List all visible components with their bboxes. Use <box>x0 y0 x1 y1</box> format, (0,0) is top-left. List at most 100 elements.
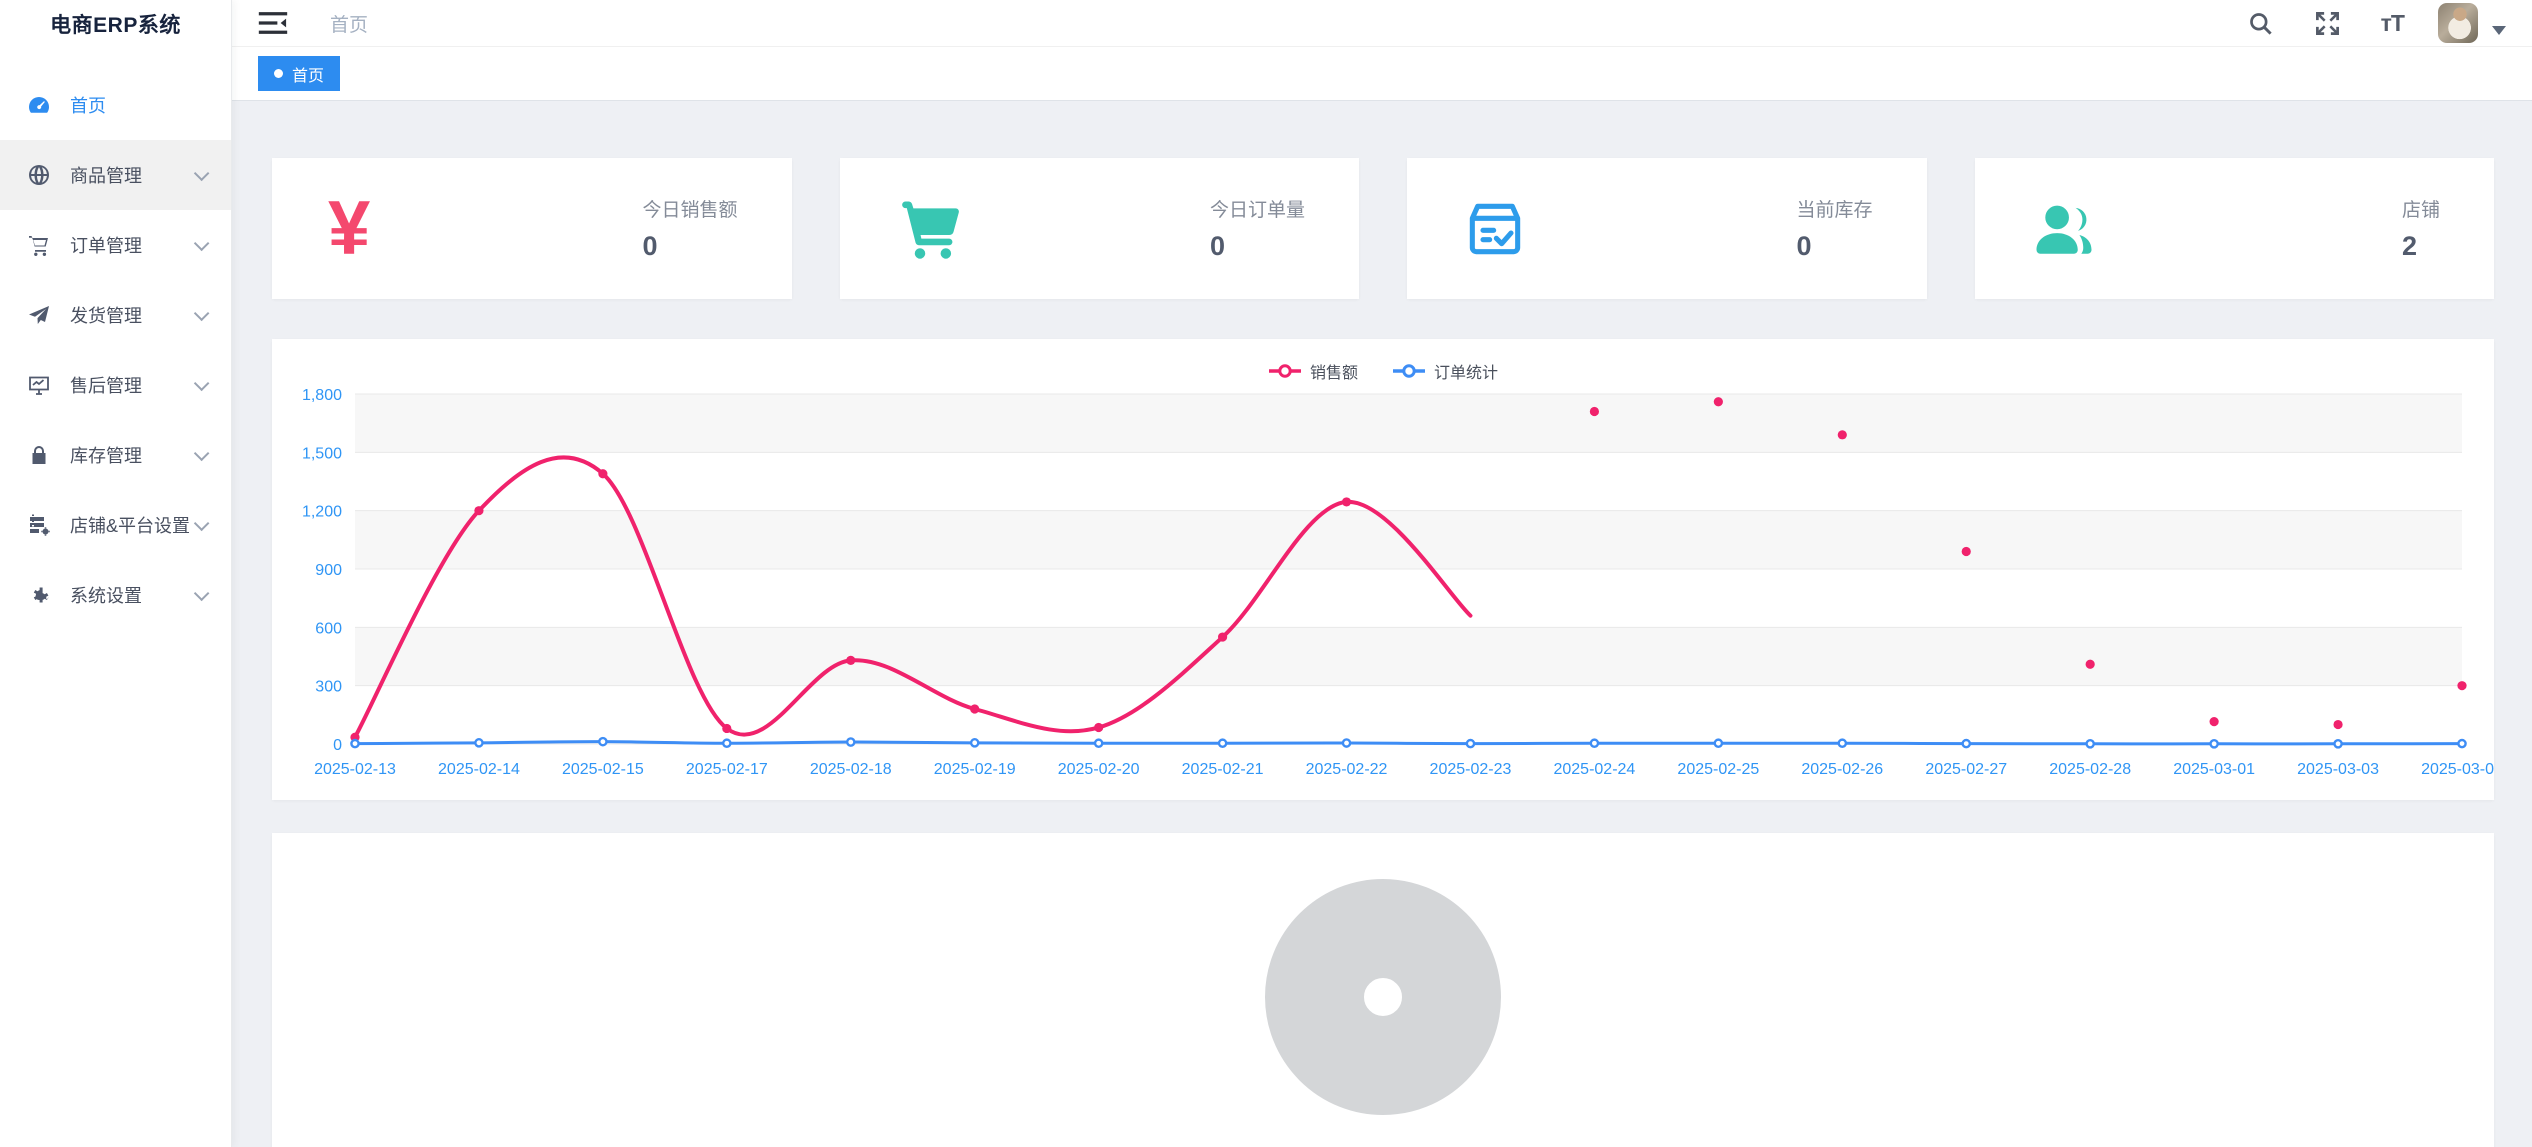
svg-text:300: 300 <box>315 679 342 696</box>
stat-value: 0 <box>1210 231 1305 262</box>
svg-text:0: 0 <box>333 737 342 754</box>
sidebar-item-label: 售后管理 <box>70 372 194 398</box>
sidebar-item-shipping[interactable]: 发货管理 <box>0 280 231 350</box>
sidebar-item-aftersales[interactable]: 售后管理 <box>0 350 231 420</box>
stat-value: 2 <box>2402 231 2440 262</box>
legend-item-sales[interactable]: 销售额 <box>1268 359 1358 383</box>
svg-text:2025-03-01: 2025-03-01 <box>2173 761 2255 778</box>
dashboard-icon <box>27 93 51 117</box>
chevron-down-icon <box>194 585 210 601</box>
chevron-down-icon <box>194 515 210 531</box>
sidebar-item-system-settings[interactable]: 系统设置 <box>0 560 231 630</box>
stat-value: 0 <box>1796 231 1872 262</box>
monitor-chart-icon <box>27 373 51 397</box>
svg-text:2025-02-25: 2025-02-25 <box>1677 761 1759 778</box>
stat-label: 今日销售额 <box>642 195 737 222</box>
svg-text:2025-02-26: 2025-02-26 <box>1801 761 1883 778</box>
svg-text:2025-02-13: 2025-02-13 <box>314 761 396 778</box>
tab-bar: 首页 <box>232 47 2532 101</box>
yen-icon: ¥ <box>328 191 370 267</box>
chart-legend: 销售额 订单统计 <box>272 359 2494 383</box>
empty-donut-chart[interactable] <box>272 833 2494 1147</box>
top-header: 首页 тT <box>232 0 2532 47</box>
svg-text:2025-02-20: 2025-02-20 <box>1058 761 1140 778</box>
svg-text:2025-02-15: 2025-02-15 <box>562 761 644 778</box>
sidebar-item-label: 系统设置 <box>70 582 194 608</box>
stat-label: 今日订单量 <box>1210 195 1305 222</box>
sidebar-item-products[interactable]: 商品管理 <box>0 140 231 210</box>
stat-label: 店铺 <box>2402 195 2440 222</box>
sidebar-item-label: 库存管理 <box>70 442 194 468</box>
page-content: ¥ 今日销售额 0 今日订单量 0 <box>232 101 2532 1147</box>
sidebar-item-label: 首页 <box>70 92 211 118</box>
sidebar-item-label: 商品管理 <box>70 162 194 188</box>
sidebar-item-home[interactable]: 首页 <box>0 70 231 140</box>
svg-text:2025-02-19: 2025-02-19 <box>934 761 1016 778</box>
server-gear-icon <box>27 513 51 537</box>
globe-icon <box>27 163 51 187</box>
stat-card-shops: 店铺 2 <box>1975 158 2495 299</box>
sidebar-item-shop-platform-settings[interactable]: 店铺&平台设置 <box>0 490 231 560</box>
svg-text:2025-03-04: 2025-03-04 <box>2421 761 2494 778</box>
legend-marker-sales <box>1268 363 1302 379</box>
stat-card-today-orders: 今日订单量 0 <box>840 158 1360 299</box>
sidebar-menu: 首页 商品管理 订单管理 发货管理 <box>0 48 231 630</box>
svg-text:1,500: 1,500 <box>302 445 342 462</box>
sales-orders-chart-card: 销售额 订单统计 0 300 600 900 1,200 1,500 1,800 2025-0… <box>272 339 2494 800</box>
svg-text:1,800: 1,800 <box>302 387 342 404</box>
svg-text:2025-02-14: 2025-02-14 <box>438 761 520 778</box>
legend-label: 销售额 <box>1310 359 1358 383</box>
legend-item-orders[interactable]: 订单统计 <box>1392 359 1498 383</box>
paper-plane-icon <box>27 303 51 327</box>
sidebar-item-label: 订单管理 <box>70 232 194 258</box>
svg-text:600: 600 <box>315 620 342 637</box>
inventory-box-icon <box>1463 196 1527 262</box>
app-root: 电商ERP系统 首页 商品管理 订单管理 <box>0 0 2532 1147</box>
chevron-down-icon <box>194 305 210 321</box>
cart-icon <box>27 233 51 257</box>
users-icon <box>2031 196 2097 262</box>
svg-text:2025-02-21: 2025-02-21 <box>1182 761 1264 778</box>
stat-card-current-inventory: 当前库存 0 <box>1407 158 1927 299</box>
collapse-sidebar-icon[interactable] <box>258 11 288 35</box>
stat-card-row: ¥ 今日销售额 0 今日订单量 0 <box>272 158 2494 299</box>
fullscreen-icon[interactable] <box>2314 10 2341 37</box>
svg-text:900: 900 <box>315 562 342 579</box>
svg-text:2025-02-17: 2025-02-17 <box>686 761 768 778</box>
svg-text:1,200: 1,200 <box>302 504 342 521</box>
breadcrumb[interactable]: 首页 <box>330 10 368 37</box>
app-title: 电商ERP系统 <box>0 0 231 48</box>
sales-orders-line-chart[interactable]: 0 300 600 900 1,200 1,500 1,800 2025-02-13 2025-… <box>272 339 2494 800</box>
tab-label: 首页 <box>292 62 324 86</box>
chevron-down-icon[interactable] <box>2492 26 2506 35</box>
sidebar-item-inventory[interactable]: 库存管理 <box>0 420 231 490</box>
sidebar-item-label: 发货管理 <box>70 302 194 328</box>
pie-chart-card <box>272 833 2494 1147</box>
legend-label: 订单统计 <box>1434 359 1498 383</box>
svg-text:2025-03-03: 2025-03-03 <box>2297 761 2379 778</box>
chevron-down-icon <box>194 445 210 461</box>
lock-icon <box>27 443 51 467</box>
tab-home[interactable]: 首页 <box>258 56 340 91</box>
stat-label: 当前库存 <box>1796 195 1872 222</box>
search-icon[interactable] <box>2247 10 2274 37</box>
legend-marker-orders <box>1392 363 1426 379</box>
svg-text:2025-02-27: 2025-02-27 <box>1925 761 2007 778</box>
chevron-down-icon <box>194 235 210 251</box>
svg-text:2025-02-28: 2025-02-28 <box>2049 761 2131 778</box>
sidebar: 电商ERP系统 首页 商品管理 订单管理 <box>0 0 232 1147</box>
gear-icon <box>27 583 51 607</box>
svg-text:2025-02-24: 2025-02-24 <box>1553 761 1635 778</box>
sidebar-item-orders[interactable]: 订单管理 <box>0 210 231 280</box>
cart-icon <box>896 196 966 262</box>
tab-active-dot <box>274 69 283 78</box>
avatar[interactable] <box>2438 3 2478 43</box>
svg-text:2025-02-22: 2025-02-22 <box>1306 761 1388 778</box>
stat-value: 0 <box>642 231 737 262</box>
sidebar-item-label: 店铺&平台设置 <box>70 512 194 538</box>
main-column: 首页 тT 首页 ¥ <box>232 0 2532 1147</box>
svg-text:2025-02-23: 2025-02-23 <box>1430 761 1512 778</box>
chevron-down-icon <box>194 375 210 391</box>
svg-text:2025-02-18: 2025-02-18 <box>810 761 892 778</box>
font-size-icon[interactable]: тT <box>2381 10 2404 37</box>
